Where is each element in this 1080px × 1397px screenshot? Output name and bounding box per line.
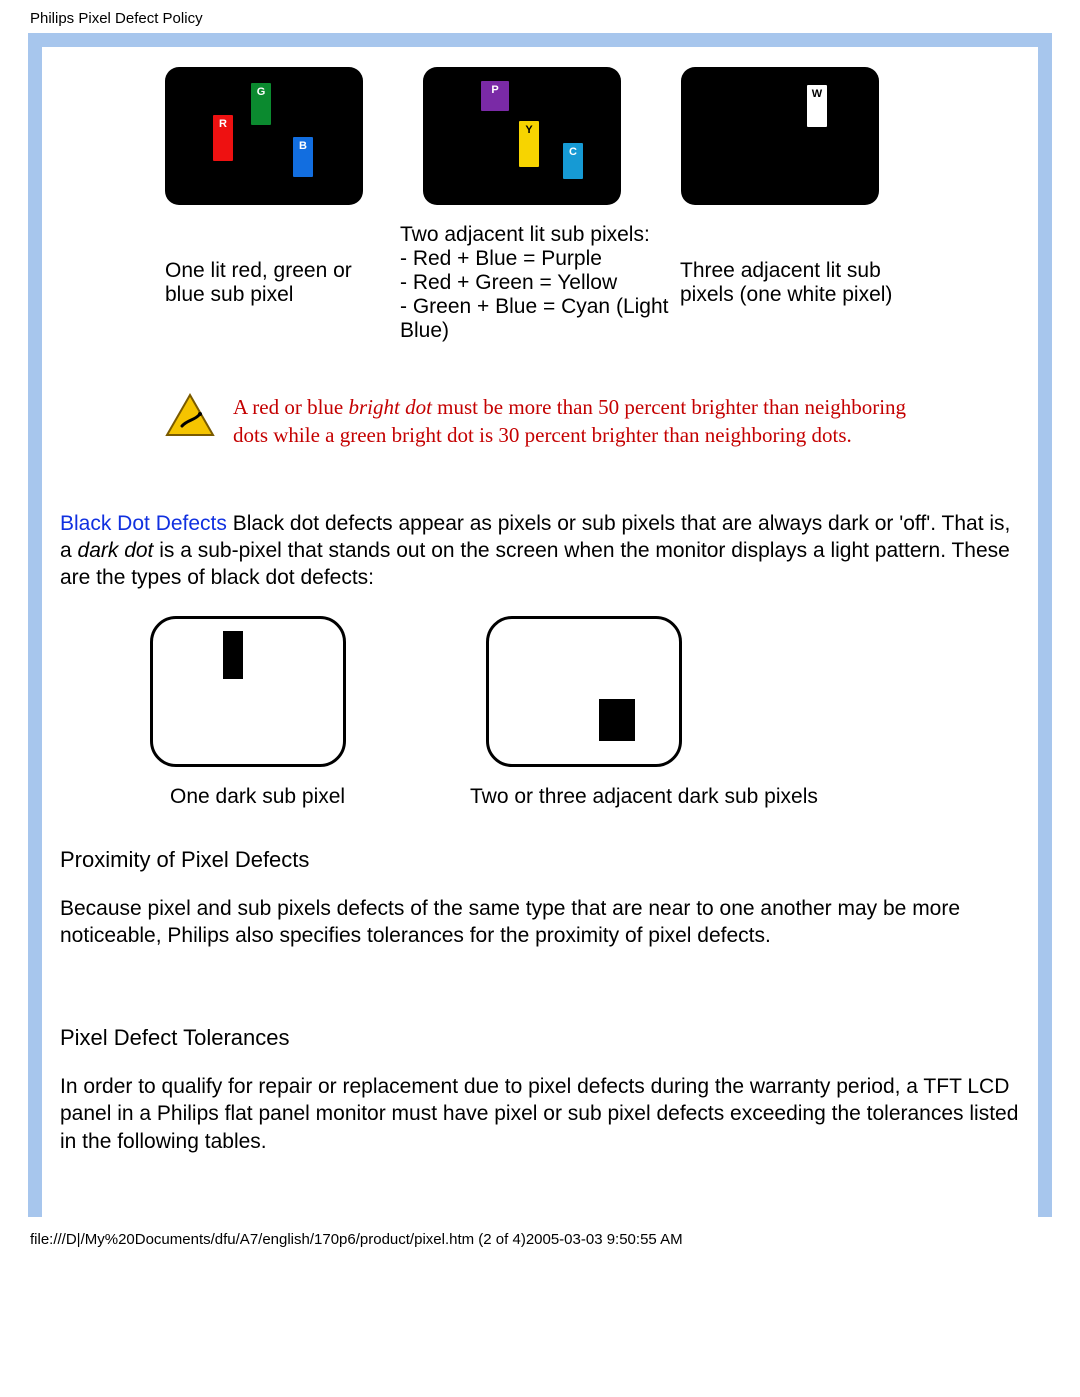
tile-pyc: P Y C <box>423 67 621 205</box>
caption-two-three-dark: Two or three adjacent dark sub pixels <box>470 785 830 809</box>
dark-mark-single <box>223 631 243 679</box>
page-header-title: Philips Pixel Defect Policy <box>0 0 1080 33</box>
bright-dot-illustrations: R G B P Y <box>165 67 925 205</box>
dark-dot-captions: One dark sub pixel Two or three adjacent… <box>60 785 1020 809</box>
dark-dot-illustrations <box>150 616 1020 767</box>
label-c: C <box>569 146 577 158</box>
warning-icon <box>165 393 215 439</box>
bright-dot-captions: One lit red, green or blue sub pixel Two… <box>165 223 925 343</box>
screen-two-three-dark <box>486 616 682 767</box>
tile-white: W <box>681 67 879 205</box>
label-w: W <box>812 88 822 100</box>
label-g: G <box>257 86 266 98</box>
proximity-title: Proximity of Pixel Defects <box>60 847 1020 873</box>
label-b: B <box>299 140 307 152</box>
caption-one-dark: One dark sub pixel <box>170 785 390 809</box>
page-frame: R G B P Y <box>28 33 1052 1217</box>
warning-text: A red or blue bright dot must be more th… <box>233 393 925 450</box>
page-card: R G B P Y <box>42 47 1038 1217</box>
caption-two-adjacent: Two adjacent lit sub pixels: - Red + Blu… <box>400 223 670 343</box>
caption-two-line4: - Green + Blue = Cyan (Light Blue) <box>400 295 670 343</box>
caption-two-line2: - Red + Blue = Purple <box>400 247 670 271</box>
label-y: Y <box>525 124 532 136</box>
caption-two-line3: - Red + Green = Yellow <box>400 271 670 295</box>
caption-three-adjacent: Three adjacent lit sub pixels (one white… <box>680 259 910 307</box>
warning-part1: A red or blue <box>233 395 348 419</box>
tile-rgb: R G B <box>165 67 363 205</box>
warning-bright-dot: bright dot <box>348 395 431 419</box>
tolerances-body: In order to qualify for repair or replac… <box>60 1073 1020 1155</box>
black-dot-text2: is a sub-pixel that stands out on the sc… <box>60 539 1010 589</box>
proximity-body: Because pixel and sub pixels defects of … <box>60 895 1020 950</box>
page-footer-path: file:///D|/My%20Documents/dfu/A7/english… <box>0 1217 1080 1298</box>
black-dot-paragraph: Black Dot Defects Black dot defects appe… <box>60 510 1020 592</box>
dark-mark-multi <box>599 699 635 741</box>
warning-row: A red or blue bright dot must be more th… <box>165 393 925 450</box>
caption-two-line1: Two adjacent lit sub pixels: <box>400 223 670 247</box>
black-dot-link[interactable]: Black Dot Defects <box>60 512 227 535</box>
label-r: R <box>219 118 227 130</box>
dark-dot-italic: dark dot <box>78 539 154 562</box>
tolerances-title: Pixel Defect Tolerances <box>60 1025 1020 1051</box>
caption-one-lit: One lit red, green or blue sub pixel <box>165 259 390 307</box>
label-p: P <box>491 84 498 96</box>
screen-one-dark <box>150 616 346 767</box>
